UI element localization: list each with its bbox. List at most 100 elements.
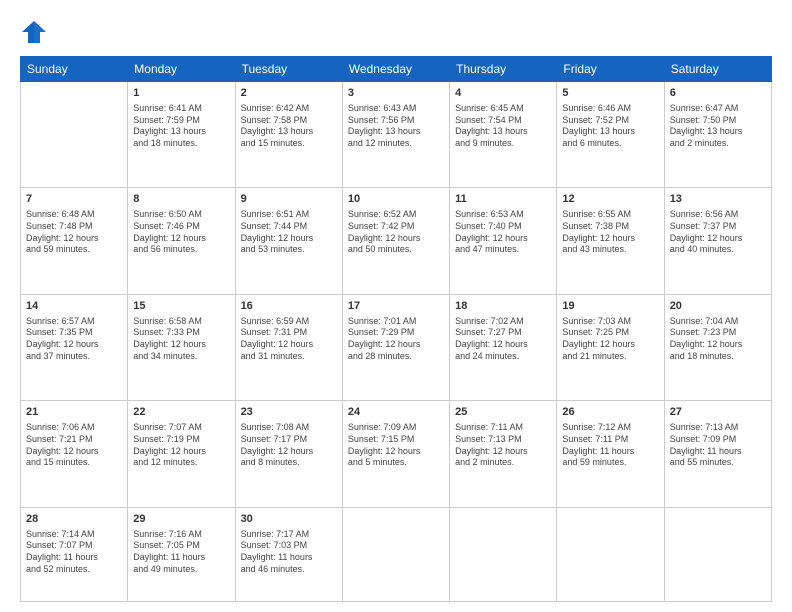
col-header-thursday: Thursday: [450, 57, 557, 82]
day-number: 16: [241, 299, 337, 314]
day-info: Sunrise: 7:16 AM Sunset: 7:05 PM Dayligh…: [133, 529, 229, 576]
day-info: Sunrise: 7:06 AM Sunset: 7:21 PM Dayligh…: [26, 422, 122, 469]
calendar-table: SundayMondayTuesdayWednesdayThursdayFrid…: [20, 56, 772, 602]
calendar-cell: 14 Sunrise: 6:57 AM Sunset: 7:35 PM Dayli…: [21, 294, 128, 400]
day-number: 1: [133, 86, 229, 101]
day-number: 8: [133, 192, 229, 207]
day-info: Sunrise: 6:57 AM Sunset: 7:35 PM Dayligh…: [26, 316, 122, 363]
logo: [20, 18, 52, 46]
day-info: Sunrise: 6:48 AM Sunset: 7:48 PM Dayligh…: [26, 209, 122, 256]
calendar-cell: [21, 82, 128, 188]
calendar-cell: 9 Sunrise: 6:51 AM Sunset: 7:44 PM Daylig…: [235, 188, 342, 294]
calendar-cell: 27 Sunrise: 7:13 AM Sunset: 7:09 PM Dayli…: [664, 401, 771, 507]
day-info: Sunrise: 6:47 AM Sunset: 7:50 PM Dayligh…: [670, 103, 766, 150]
day-info: Sunrise: 6:53 AM Sunset: 7:40 PM Dayligh…: [455, 209, 551, 256]
day-info: Sunrise: 7:13 AM Sunset: 7:09 PM Dayligh…: [670, 422, 766, 469]
day-number: 6: [670, 86, 766, 101]
calendar-cell: 10 Sunrise: 6:52 AM Sunset: 7:42 PM Dayli…: [342, 188, 449, 294]
day-number: 28: [26, 512, 122, 527]
day-info: Sunrise: 6:58 AM Sunset: 7:33 PM Dayligh…: [133, 316, 229, 363]
calendar-cell: 15Sunrise: 6:58 AM Sunset: 7:33 PM Dayli…: [128, 294, 235, 400]
day-info: Sunrise: 7:14 AM Sunset: 7:07 PM Dayligh…: [26, 529, 122, 576]
day-number: 7: [26, 192, 122, 207]
logo-icon: [20, 18, 48, 46]
day-number: 23: [241, 405, 337, 420]
calendar-cell: 29 Sunrise: 7:16 AM Sunset: 7:05 PM Dayli…: [128, 507, 235, 601]
day-info: Sunrise: 7:08 AM Sunset: 7:17 PM Dayligh…: [241, 422, 337, 469]
calendar-cell: 5 Sunrise: 6:46 AM Sunset: 7:52 PM Daylig…: [557, 82, 664, 188]
day-number: 26: [562, 405, 658, 420]
day-number: 19: [562, 299, 658, 314]
calendar-cell: [664, 507, 771, 601]
day-number: 4: [455, 86, 551, 101]
day-number: 29: [133, 512, 229, 527]
day-info: Sunrise: 7:09 AM Sunset: 7:15 PM Dayligh…: [348, 422, 444, 469]
calendar-cell: 19 Sunrise: 7:03 AM Sunset: 7:25 PM Dayli…: [557, 294, 664, 400]
day-number: 9: [241, 192, 337, 207]
col-header-monday: Monday: [128, 57, 235, 82]
page: SundayMondayTuesdayWednesdayThursdayFrid…: [0, 0, 792, 612]
calendar-cell: 24 Sunrise: 7:09 AM Sunset: 7:15 PM Dayli…: [342, 401, 449, 507]
day-number: 17: [348, 299, 444, 314]
day-info: Sunrise: 7:01 AM Sunset: 7:29 PM Dayligh…: [348, 316, 444, 363]
col-header-wednesday: Wednesday: [342, 57, 449, 82]
calendar-cell: 3 Sunrise: 6:43 AM Sunset: 7:56 PM Daylig…: [342, 82, 449, 188]
header: [20, 18, 772, 46]
calendar-cell: 28 Sunrise: 7:14 AM Sunset: 7:07 PM Dayli…: [21, 507, 128, 601]
day-info: Sunrise: 7:12 AM Sunset: 7:11 PM Dayligh…: [562, 422, 658, 469]
col-header-tuesday: Tuesday: [235, 57, 342, 82]
day-number: 14: [26, 299, 122, 314]
calendar-cell: 20 Sunrise: 7:04 AM Sunset: 7:23 PM Dayli…: [664, 294, 771, 400]
calendar-cell: 7 Sunrise: 6:48 AM Sunset: 7:48 PM Daylig…: [21, 188, 128, 294]
calendar-cell: 25 Sunrise: 7:11 AM Sunset: 7:13 PM Dayli…: [450, 401, 557, 507]
calendar-cell: 30Sunrise: 7:17 AM Sunset: 7:03 PM Dayli…: [235, 507, 342, 601]
day-info: Sunrise: 6:51 AM Sunset: 7:44 PM Dayligh…: [241, 209, 337, 256]
day-number: 2: [241, 86, 337, 101]
day-info: Sunrise: 6:56 AM Sunset: 7:37 PM Dayligh…: [670, 209, 766, 256]
calendar-cell: 17 Sunrise: 7:01 AM Sunset: 7:29 PM Dayli…: [342, 294, 449, 400]
day-number: 24: [348, 405, 444, 420]
day-number: 13: [670, 192, 766, 207]
day-number: 21: [26, 405, 122, 420]
day-number: 11: [455, 192, 551, 207]
calendar-cell: 23 Sunrise: 7:08 AM Sunset: 7:17 PM Dayli…: [235, 401, 342, 507]
calendar-cell: [557, 507, 664, 601]
day-number: 5: [562, 86, 658, 101]
calendar-cell: 13 Sunrise: 6:56 AM Sunset: 7:37 PM Dayli…: [664, 188, 771, 294]
calendar-cell: 11 Sunrise: 6:53 AM Sunset: 7:40 PM Dayli…: [450, 188, 557, 294]
calendar-cell: 21 Sunrise: 7:06 AM Sunset: 7:21 PM Dayli…: [21, 401, 128, 507]
day-info: Sunrise: 7:04 AM Sunset: 7:23 PM Dayligh…: [670, 316, 766, 363]
col-header-saturday: Saturday: [664, 57, 771, 82]
calendar-cell: 22Sunrise: 7:07 AM Sunset: 7:19 PM Dayli…: [128, 401, 235, 507]
calendar-cell: 18 Sunrise: 7:02 AM Sunset: 7:27 PM Dayli…: [450, 294, 557, 400]
calendar-cell: 2Sunrise: 6:42 AM Sunset: 7:58 PM Daylig…: [235, 82, 342, 188]
day-info: Sunrise: 6:45 AM Sunset: 7:54 PM Dayligh…: [455, 103, 551, 150]
day-info: Sunrise: 6:46 AM Sunset: 7:52 PM Dayligh…: [562, 103, 658, 150]
day-number: 3: [348, 86, 444, 101]
day-number: 30: [241, 512, 337, 527]
day-info: Sunrise: 6:43 AM Sunset: 7:56 PM Dayligh…: [348, 103, 444, 150]
day-number: 22: [133, 405, 229, 420]
calendar-cell: [342, 507, 449, 601]
day-info: Sunrise: 6:50 AM Sunset: 7:46 PM Dayligh…: [133, 209, 229, 256]
calendar-cell: [450, 507, 557, 601]
day-number: 12: [562, 192, 658, 207]
day-info: Sunrise: 7:03 AM Sunset: 7:25 PM Dayligh…: [562, 316, 658, 363]
day-number: 25: [455, 405, 551, 420]
calendar-cell: 26 Sunrise: 7:12 AM Sunset: 7:11 PM Dayli…: [557, 401, 664, 507]
day-info: Sunrise: 7:02 AM Sunset: 7:27 PM Dayligh…: [455, 316, 551, 363]
calendar-cell: 16Sunrise: 6:59 AM Sunset: 7:31 PM Dayli…: [235, 294, 342, 400]
calendar-cell: 8 Sunrise: 6:50 AM Sunset: 7:46 PM Daylig…: [128, 188, 235, 294]
calendar-cell: 6 Sunrise: 6:47 AM Sunset: 7:50 PM Daylig…: [664, 82, 771, 188]
day-number: 27: [670, 405, 766, 420]
day-number: 20: [670, 299, 766, 314]
day-info: Sunrise: 6:41 AM Sunset: 7:59 PM Dayligh…: [133, 103, 229, 150]
day-info: Sunrise: 7:11 AM Sunset: 7:13 PM Dayligh…: [455, 422, 551, 469]
calendar-cell: 1 Sunrise: 6:41 AM Sunset: 7:59 PM Daylig…: [128, 82, 235, 188]
calendar-cell: 12 Sunrise: 6:55 AM Sunset: 7:38 PM Dayli…: [557, 188, 664, 294]
calendar-cell: 4 Sunrise: 6:45 AM Sunset: 7:54 PM Daylig…: [450, 82, 557, 188]
day-number: 10: [348, 192, 444, 207]
day-number: 18: [455, 299, 551, 314]
day-info: Sunrise: 6:52 AM Sunset: 7:42 PM Dayligh…: [348, 209, 444, 256]
day-info: Sunrise: 6:55 AM Sunset: 7:38 PM Dayligh…: [562, 209, 658, 256]
